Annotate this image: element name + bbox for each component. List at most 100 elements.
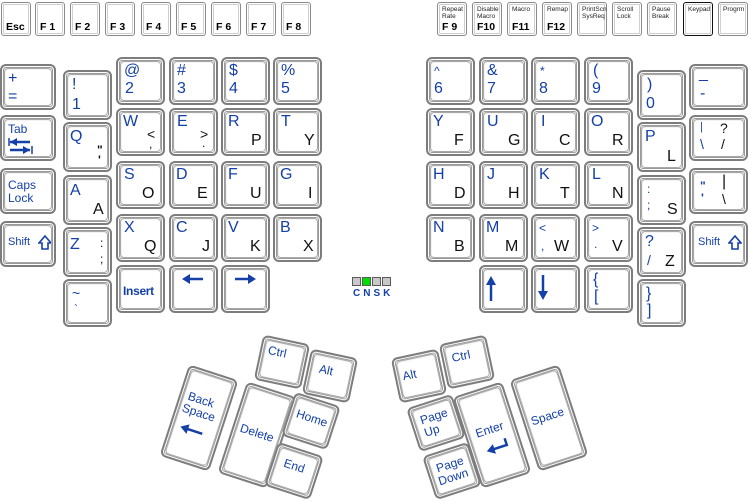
key-f10[interactable]: Disable Macro F10 (472, 2, 502, 36)
key-s[interactable]: S O (116, 161, 165, 209)
key-right-shift[interactable]: Shift (689, 221, 748, 267)
key-bottom-legend: 3 (177, 80, 186, 97)
key-quote[interactable]: " ' | \ (689, 168, 748, 214)
key-scroll-lock[interactable]: Scroll Lock (612, 2, 642, 36)
key-backslash[interactable]: | \ ? / (689, 115, 748, 161)
key-alt-legend: H (508, 185, 520, 202)
key-f1[interactable]: F 1 (35, 2, 65, 36)
key-l[interactable]: L N (584, 161, 633, 209)
key-minus[interactable]: _ - (689, 64, 748, 110)
key-main-legend: M (486, 219, 500, 236)
key-f11[interactable]: Macro F11 (507, 2, 537, 36)
key-e[interactable]: E > . (169, 108, 218, 156)
key-w[interactable]: W < , (116, 108, 165, 156)
key-y[interactable]: Y F (426, 108, 475, 156)
key-tilde[interactable]: ~ ` (63, 279, 112, 327)
key-left-bracket[interactable]: { [ (584, 265, 633, 313)
key-top-legend: # (177, 62, 186, 79)
key-main-legend: I (541, 113, 546, 130)
key-6[interactable]: ^ 6 (426, 57, 475, 105)
key-0[interactable]: ) 0 (637, 70, 686, 120)
key-q[interactable]: Q " ' (63, 122, 112, 172)
key-top-legend: ~ (72, 285, 81, 301)
key-right-bracket[interactable]: } ] (637, 279, 686, 327)
key-m[interactable]: M M (479, 214, 528, 262)
key-f7[interactable]: F 7 (246, 2, 276, 36)
key-period[interactable]: > . V (584, 214, 633, 262)
key-b[interactable]: B X (273, 214, 322, 262)
key-esc[interactable]: Esc (1, 2, 31, 36)
key-x[interactable]: X Q (116, 214, 165, 262)
key-9[interactable]: ( 9 (584, 57, 633, 105)
key-f8[interactable]: F 8 (281, 2, 311, 36)
key-d[interactable]: D E (169, 161, 218, 209)
key-top-legend: ^ (434, 64, 440, 78)
key-slash[interactable]: ? / Z (637, 227, 686, 277)
key-7[interactable]: & 7 (479, 57, 528, 105)
key-sublabel: Macro (512, 6, 531, 13)
key-caps-lock[interactable]: Caps Lock (0, 168, 56, 214)
key-alt-legend: Q (144, 238, 157, 255)
key-printscreen[interactable]: PrintScn SysReq (577, 2, 607, 36)
key-i[interactable]: I C (531, 108, 580, 156)
key-tab[interactable]: Tab (0, 115, 56, 161)
key-u[interactable]: U G (479, 108, 528, 156)
key-right-arrow[interactable] (221, 265, 270, 313)
key-f3[interactable]: F 3 (105, 2, 135, 36)
key-semicolon[interactable]: : ; S (637, 175, 686, 225)
key-label: F 1 (40, 21, 56, 33)
key-h[interactable]: H D (426, 161, 475, 209)
key-p[interactable]: P L (637, 122, 686, 172)
key-label: Shift (8, 236, 31, 248)
key-alt-legend: C (559, 132, 571, 149)
key-main-legend: J (487, 166, 495, 183)
key-main-legend: E (177, 113, 188, 130)
key-2[interactable]: @ 2 (116, 57, 165, 105)
key-f2[interactable]: F 2 (70, 2, 100, 36)
key-up-arrow[interactable] (479, 265, 528, 313)
key-t[interactable]: T Y (273, 108, 322, 156)
key-3[interactable]: # 3 (169, 57, 218, 105)
key-left-alt[interactable]: Alt (301, 348, 359, 404)
key-c[interactable]: C J (169, 214, 218, 262)
key-a[interactable]: A A (63, 175, 112, 225)
key-right-ctrl[interactable]: Ctrl (438, 334, 496, 390)
key-o[interactable]: O R (584, 108, 633, 156)
key-f4[interactable]: F 4 (141, 2, 171, 36)
key-main-legend: P (645, 128, 656, 145)
key-down-arrow[interactable] (531, 265, 580, 313)
key-left-shift[interactable]: Shift (0, 221, 56, 267)
key-k[interactable]: K T (531, 161, 580, 209)
key-equals[interactable]: + = (0, 64, 56, 110)
key-insert[interactable]: Insert (116, 265, 165, 313)
key-keypad[interactable]: Keypad (683, 2, 713, 36)
key-j[interactable]: J H (479, 161, 528, 209)
key-5[interactable]: % 5 (273, 57, 322, 105)
key-bottom-legend: - (700, 85, 706, 102)
key-bottom-legend: . (594, 237, 598, 251)
key-bottom-right-legend: / (721, 136, 725, 152)
key-f9[interactable]: Repeat Rate F 9 (437, 2, 467, 36)
key-f[interactable]: F U (221, 161, 270, 209)
key-g[interactable]: G I (273, 161, 322, 209)
key-f12[interactable]: Remap F12 (542, 2, 572, 36)
key-top-legend: : (647, 182, 651, 196)
key-8[interactable]: * 8 (531, 57, 580, 105)
key-pause[interactable]: Pause Break (647, 2, 677, 36)
key-sublabel: PrintScn SysReq (582, 6, 607, 20)
key-left-ctrl[interactable]: Ctrl (253, 334, 311, 390)
key-comma[interactable]: < , W (531, 214, 580, 262)
key-left-arrow[interactable] (169, 265, 218, 313)
key-progrm[interactable]: Progrm (718, 2, 748, 36)
key-z[interactable]: Z : ; (63, 227, 112, 277)
key-r[interactable]: R P (221, 108, 270, 156)
key-f5[interactable]: F 5 (176, 2, 206, 36)
key-v[interactable]: V K (221, 214, 270, 262)
key-label: Space (529, 404, 566, 429)
key-right-alt[interactable]: Alt (390, 348, 448, 404)
key-main-legend: K (539, 166, 550, 183)
key-n[interactable]: N B (426, 214, 475, 262)
key-1[interactable]: ! 1 (63, 70, 112, 120)
key-f6[interactable]: F 6 (211, 2, 241, 36)
key-4[interactable]: $ 4 (221, 57, 270, 105)
